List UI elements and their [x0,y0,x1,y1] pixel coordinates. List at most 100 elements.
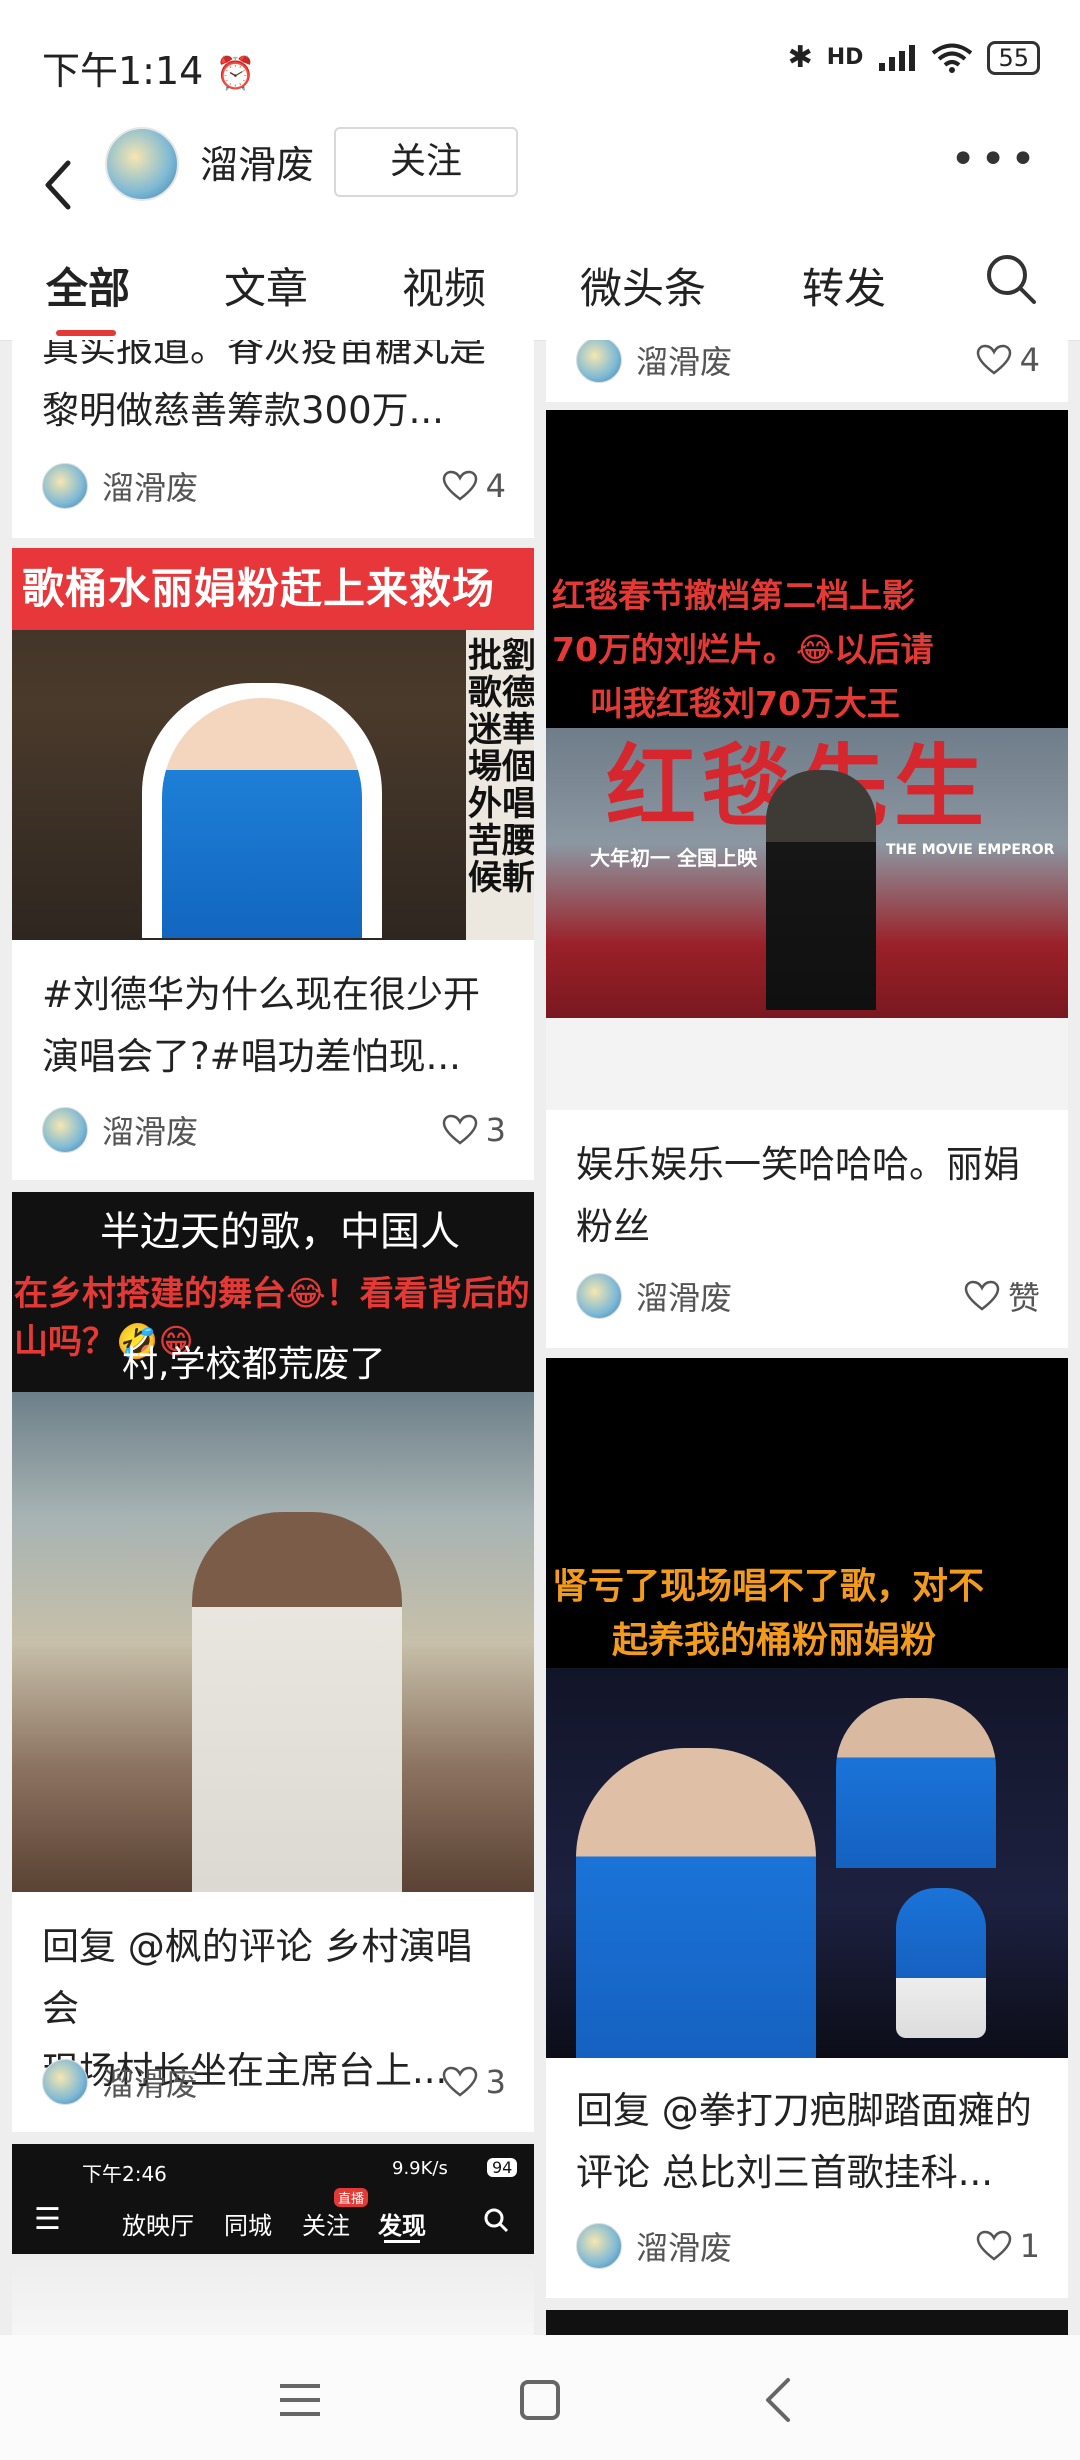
network-label: HD [826,45,864,70]
back-button[interactable] [40,130,100,240]
post-text: 娱乐娱乐一笑哈哈哈。丽娟 粉丝 [576,1143,1020,1248]
menu-icon: ☰ [34,2202,61,2237]
tab-micro-posts[interactable]: 微头条 [580,255,706,316]
author-name: 溜滑废 [636,2229,733,2267]
wifi-icon [932,43,973,73]
post-image: 半边天的歌，中国人 在乡村搭建的舞台😂！看看背后的山吗？🤣😁 村,学校都荒废了 [12,1192,534,1892]
post-card[interactable]: 肾亏了现场唱不了歌，对不 起养我的桶粉丽娟粉 回复 @拳打刀疤脚踏面瘫的 评论 … [546,1358,1068,2298]
post-card[interactable]: 红毯春节撤档第二档上影 70万的刘烂片。😂以后请 叫我红毯刘70万大王 红毯先生… [546,410,1068,1348]
embedded-nav-item: 同城 [224,2212,272,2240]
back-arrow-icon [45,160,71,210]
like-button[interactable]: 3 [442,2063,506,2101]
post-card[interactable]: 歌桶水丽娟粉赶上来救场 批劉 歌德 迷華 場個 外唱 苦腰 候斬 #刘德华为什么… [12,548,534,1180]
bluetooth-icon: ✱ [787,40,813,75]
embedded-content-area [12,2254,534,2335]
author-avatar[interactable] [105,127,179,201]
like-button[interactable]: 3 [442,1111,506,1149]
post-author-row: 溜滑废 赞 [576,1266,1040,1326]
alarm-icon: ⏰ [215,54,256,92]
embedded-article-snippet [546,1018,1068,1110]
heart-icon [442,1114,477,1145]
search-icon [484,2208,509,2233]
image-top-text: 半边天的歌，中国人 [100,1209,460,1255]
post-card[interactable] [546,2310,1068,2335]
author-avatar [42,2059,88,2105]
like-count: 3 [485,1111,506,1149]
image-caption-line: 肾亏了现场唱不了歌，对不 [552,1566,985,1607]
tab-all[interactable]: 全部 [46,255,130,316]
author-avatar [576,1273,622,1319]
embedded-nav-item: 发现 [378,2212,426,2240]
poster-english-title: THE MOVIE EMPEROR [886,842,1055,858]
author-avatar [42,463,88,509]
heart-icon [442,470,477,501]
post-author-row: 溜滑废 1 [576,2216,1040,2276]
embedded-battery: 94 [487,2158,518,2177]
battery-indicator: 55 [987,40,1040,75]
post-card[interactable]: 下午2:46 9.9K/s 94 ☰ 放映厅 同城 关注 直播 发现 [12,2144,534,2335]
post-card[interactable]: 半边天的歌，中国人 在乡村搭建的舞台😂！看看背后的山吗？🤣😁 村,学校都荒废了 … [12,1192,534,2132]
like-count: 4 [1019,341,1040,379]
home-icon[interactable] [510,2370,570,2430]
more-options-icon[interactable]: ••• [950,130,1040,210]
post-image: 红毯春节撤档第二档上影 70万的刘烂片。😂以后请 叫我红毯刘70万大王 红毯先生… [546,410,1068,1110]
status-time: 下午1:14 ⏰ [42,40,255,95]
author-name: 溜滑废 [102,469,199,507]
tab-reposts[interactable]: 转发 [802,255,886,316]
like-count: 赞 [1007,1279,1040,1317]
image-banner-text: 歌桶水丽娟粉赶上来救场 [22,564,496,613]
post-card[interactable]: 真实报道。脊灰疫苗糖丸是 黎明做慈善筹款300万... 溜滑废 4 [12,340,534,538]
author-name: 溜滑废 [636,343,733,381]
like-button[interactable]: 4 [442,467,506,505]
poster-subtitle: 大年初一 全国上映 [590,846,757,870]
image-caption-line: 70万的刘烂片。😂以后请 [552,630,934,669]
author-avatar [42,1107,88,1153]
post-text: 真实报道。脊灰疫苗糖丸是 黎明做慈善筹款300万... [42,340,486,432]
like-button[interactable]: 4 [976,341,1040,379]
back-nav-icon[interactable] [750,2370,810,2430]
post-author-row: 溜滑废 4 [576,340,1040,390]
post-author-row: 溜滑废 3 [42,2052,506,2112]
post-card[interactable]: 溜滑废 4 [546,340,1068,402]
tab-videos[interactable]: 视频 [402,255,486,316]
post-author-row: 溜滑废 3 [42,1100,506,1160]
like-count: 4 [485,467,506,505]
like-count: 3 [485,2063,506,2101]
author-name: 溜滑废 [102,2065,199,2103]
image-caption-line: 起养我的桶粉丽娟粉 [612,1620,937,1661]
image-side-text: 批劉 歌德 迷華 場個 外唱 苦腰 候斬 [468,636,534,898]
author-avatar [576,2223,622,2269]
signal-icon [879,44,916,71]
embedded-nav-item: 放映厅 [122,2212,194,2240]
post-text: 回复 @拳打刀疤脚踏面瘫的 评论 总比刘三首歌挂科... [576,2089,1032,2194]
post-text: #刘德华为什么现在很少开 演唱会了?#唱功差怕现... [42,973,481,1078]
image-sub-text: 村,学校都荒废了 [122,1344,386,1385]
tab-articles[interactable]: 文章 [224,255,308,316]
post-image: 歌桶水丽娟粉赶上来救场 批劉 歌德 迷華 場個 外唱 苦腰 候斬 [12,548,534,940]
like-button[interactable]: 赞 [964,1273,1040,1319]
tab-bar [0,240,1080,341]
search-icon[interactable] [980,248,1042,310]
author-name: 溜滑废 [102,1113,199,1151]
active-tab-indicator [56,330,116,336]
embedded-status-speed: 9.9K/s [392,2158,448,2179]
like-button[interactable]: 1 [976,2227,1040,2265]
post-image: 肾亏了现场唱不了歌，对不 起养我的桶粉丽娟粉 [546,1358,1068,2058]
follow-button[interactable]: 关注 [334,127,518,197]
like-count: 1 [1019,2227,1040,2265]
heart-icon [964,1280,1000,1311]
embedded-status-time: 下午2:46 [82,2162,167,2186]
heart-icon [976,344,1011,375]
image-caption-line: 叫我红毯刘70万大王 [590,684,900,723]
recent-apps-icon[interactable] [270,2370,330,2430]
status-icons: ✱ HD 55 [788,40,1040,75]
author-name[interactable]: 溜滑废 [200,130,314,200]
post-author-row: 溜滑废 4 [42,456,506,516]
time-text: 下午1:14 [42,49,204,93]
heart-icon [976,2230,1011,2261]
heart-icon [442,2066,477,2097]
image-caption-line: 红毯春节撤档第二档上影 [552,576,915,615]
author-name: 溜滑废 [636,1279,733,1317]
embedded-tab-indicator [384,2240,420,2243]
embedded-nav-item: 关注 [302,2212,350,2240]
